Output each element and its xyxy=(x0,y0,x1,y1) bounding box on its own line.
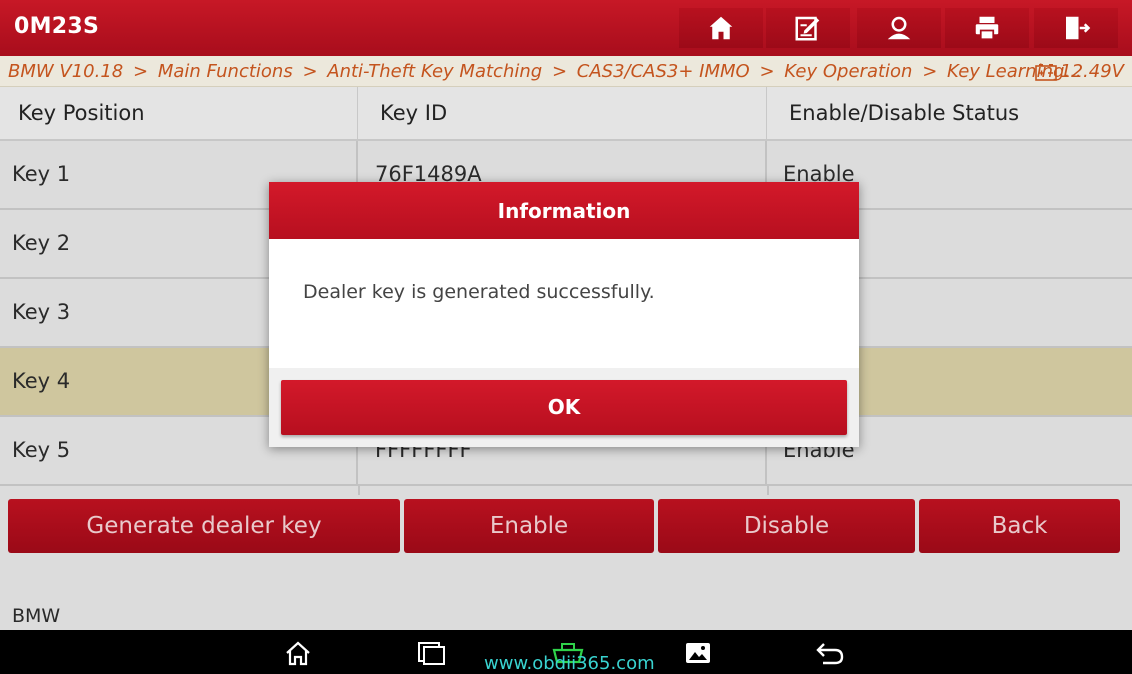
back-button[interactable]: Back xyxy=(919,499,1120,553)
exit-button[interactable] xyxy=(1034,8,1118,48)
key-id-cell xyxy=(358,486,769,495)
battery-status: 12.49V xyxy=(1035,61,1124,82)
breadcrumb-separator: > xyxy=(302,61,318,82)
home-icon xyxy=(709,16,733,40)
enable-button[interactable]: Enable xyxy=(404,499,654,553)
information-dialog: Information Dealer key is generated succ… xyxy=(269,182,859,447)
breadcrumb-trail: BMW V10.18 > Main Functions > Anti-Theft… xyxy=(8,61,1082,82)
ok-button[interactable]: OK xyxy=(281,380,847,435)
printer-icon xyxy=(975,16,999,41)
generate-dealer-key-button[interactable]: Generate dealer key xyxy=(8,499,400,553)
breadcrumb-item[interactable]: Key Operation xyxy=(784,61,912,82)
table-header: Key Position Key ID Enable/Disable Statu… xyxy=(0,87,1132,141)
user-button[interactable] xyxy=(857,8,941,48)
app-title: 0M23S xyxy=(14,14,100,39)
battery-icon xyxy=(1035,63,1057,81)
breadcrumb-item[interactable]: CAS3/CAS3+ IMMO xyxy=(577,61,750,82)
key-position-cell xyxy=(0,486,360,495)
nav-recents-button[interactable] xyxy=(415,638,449,668)
recent-apps-icon xyxy=(418,642,445,665)
breadcrumb-item[interactable]: Anti-Theft Key Matching xyxy=(327,61,542,82)
image-icon xyxy=(686,643,710,663)
dialog-footer: OK xyxy=(269,368,859,447)
user-icon xyxy=(887,16,911,40)
edit-button[interactable] xyxy=(766,8,850,48)
column-header-status: Enable/Disable Status xyxy=(789,101,1020,125)
dialog-message: Dealer key is generated successfully. xyxy=(303,281,655,303)
column-header-key-id: Key ID xyxy=(358,87,767,139)
status-footer: BMW xyxy=(0,560,1132,630)
nav-home-button[interactable] xyxy=(281,638,315,668)
breadcrumb-separator: > xyxy=(551,61,568,82)
footer-vehicle-label: BMW xyxy=(12,605,61,627)
breadcrumb: BMW V10.18 > Main Functions > Anti-Theft… xyxy=(0,56,1132,87)
breadcrumb-item[interactable]: BMW V10.18 xyxy=(8,61,123,82)
action-bar: Generate dealer key Enable Disable Back xyxy=(0,495,1132,560)
breadcrumb-separator: > xyxy=(132,61,149,82)
dialog-title: Information xyxy=(269,182,859,239)
back-arrow-icon xyxy=(816,643,844,665)
breadcrumb-item[interactable]: Main Functions xyxy=(158,61,293,82)
nav-screenshot-button[interactable] xyxy=(681,638,715,668)
print-button[interactable] xyxy=(945,8,1029,48)
breadcrumb-separator: > xyxy=(759,61,775,82)
title-bar: 0M23S xyxy=(0,0,1132,56)
exit-icon xyxy=(1066,16,1091,40)
disable-button[interactable]: Disable xyxy=(658,499,915,553)
home-button[interactable] xyxy=(679,8,763,48)
breadcrumb-separator: > xyxy=(922,61,938,82)
nav-back-button[interactable] xyxy=(813,638,847,668)
voltage-value: 12.49V xyxy=(1060,61,1124,82)
home-icon xyxy=(286,641,310,666)
edit-icon xyxy=(795,16,820,41)
column-header-key-position: Key Position xyxy=(0,87,358,139)
watermark: www.obdii365.com xyxy=(484,653,655,674)
